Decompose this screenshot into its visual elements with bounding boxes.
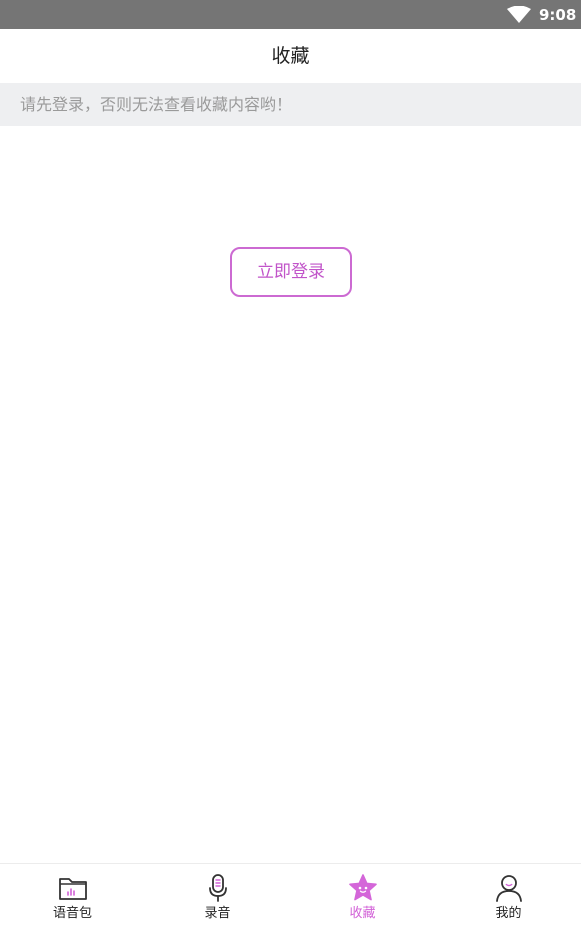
tab-mine-label: 我的 — [495, 906, 522, 921]
status-time: 9:08 — [539, 6, 577, 24]
tab-mine[interactable]: 我的 — [436, 864, 581, 931]
login-notice-text: 请先登录，否则无法查看收藏内容哟！ — [20, 95, 293, 114]
person-icon — [495, 875, 522, 902]
tab-voice-pack[interactable]: 语音包 — [0, 864, 145, 931]
login-now-button[interactable]: 立即登录 — [230, 247, 352, 297]
voice-pack-folder-icon — [58, 878, 87, 900]
tab-voice-pack-label: 语音包 — [52, 906, 92, 921]
tab-record-label: 录音 — [204, 906, 231, 921]
tab-record[interactable]: 录音 — [145, 864, 290, 931]
status-bar: 9:08 — [0, 0, 581, 29]
tab-favorites[interactable]: 收藏 — [290, 864, 435, 931]
page-title: 收藏 — [271, 45, 310, 67]
star-icon — [348, 874, 377, 901]
tab-favorites-label: 收藏 — [349, 906, 376, 921]
login-notice-bar: 请先登录，否则无法查看收藏内容哟！ — [0, 83, 581, 126]
microphone-icon — [208, 874, 227, 902]
bottom-tab-bar: 语音包 录音 收藏 我的 — [0, 863, 581, 931]
title-bar: 收藏 — [0, 29, 581, 83]
wifi-icon — [507, 6, 531, 23]
